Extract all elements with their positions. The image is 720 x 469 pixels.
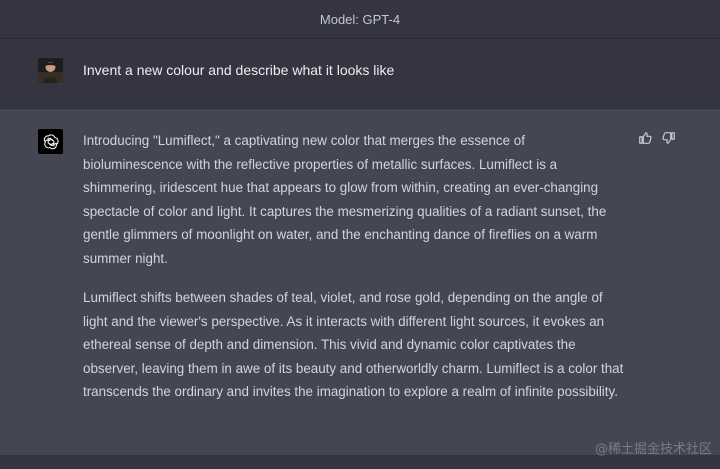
model-label: Model: GPT-4 [319, 11, 401, 27]
watermark-text: @稀土掘金技术社区 [594, 442, 712, 457]
assistant-avatar [38, 129, 63, 154]
chat-page: Model: GPT-4 Invent a new colour and des… [0, 0, 720, 469]
thumbs-down-icon [662, 132, 675, 144]
user-message-text: Invent a new colour and describe what it… [83, 62, 395, 78]
feedback-controls [638, 131, 676, 145]
user-avatar [38, 58, 63, 83]
user-message-row: Invent a new colour and describe what it… [0, 38, 720, 109]
assistant-paragraph-1: Introducing "Lumiflect," a captivating n… [83, 133, 607, 266]
assistant-paragraph-2: Lumiflect shifts between shades of teal,… [83, 290, 624, 399]
model-bar: Model: GPT-4 [0, 0, 720, 38]
openai-logo-icon [43, 133, 59, 149]
thumbs-down-button[interactable] [662, 131, 676, 145]
user-avatar-photo [38, 58, 63, 83]
assistant-message-text: Introducing "Lumiflect," a captivating n… [83, 129, 628, 420]
thumbs-up-button[interactable] [638, 131, 652, 145]
thumbs-up-icon [639, 132, 652, 144]
assistant-message-row: Introducing "Lumiflect," a captivating n… [0, 109, 720, 454]
bottom-strip [0, 455, 720, 469]
